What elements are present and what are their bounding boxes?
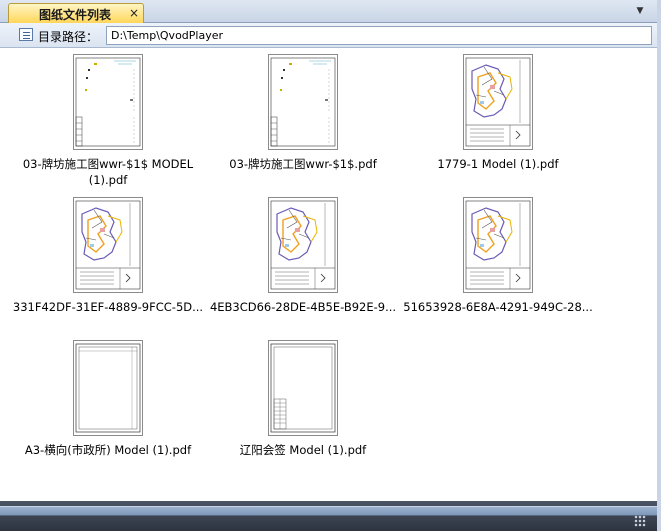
file-item[interactable]: 03-牌坊施工图wwr-$1$.pdf xyxy=(203,48,403,188)
pdf-thumbnail xyxy=(463,197,533,293)
horizontal-scrollbar-track[interactable] xyxy=(0,506,661,516)
file-item[interactable]: 331F42DF-31EF-4889-9FCC-5D... xyxy=(8,191,208,331)
drawing-preview xyxy=(465,200,531,290)
file-item[interactable]: 51653928-6E8A-4291-949C-28... xyxy=(398,191,598,331)
pdf-thumbnail xyxy=(268,54,338,150)
pdf-thumbnail xyxy=(268,340,338,436)
panel-tab-strip: 图纸文件列表 × ▼ xyxy=(0,0,661,23)
file-item[interactable]: 辽阳会签 Model (1).pdf xyxy=(203,334,403,474)
directory-path-bar: 目录路径： xyxy=(0,23,661,48)
resize-grip-icon[interactable] xyxy=(634,515,646,527)
pdf-thumbnail xyxy=(73,54,143,150)
pdf-thumbnail xyxy=(268,197,338,293)
chevron-down-icon[interactable]: ▼ xyxy=(632,4,648,18)
file-name-continued: (1).pdf xyxy=(88,173,128,187)
file-item[interactable]: 03-牌坊施工图wwr-$1$ MODEL (1).pdf xyxy=(8,48,208,188)
file-item[interactable]: A3-横向(市政所) Model (1).pdf xyxy=(8,334,208,474)
file-name: 331F42DF-31EF-4889-9FCC-5D... xyxy=(12,300,204,314)
file-name: A3-横向(市政所) Model (1).pdf xyxy=(24,443,192,457)
tab-label: 图纸文件列表 xyxy=(39,8,112,22)
file-name: 辽阳会签 Model (1).pdf xyxy=(239,443,367,457)
file-name: 03-牌坊施工图wwr-$1$ MODEL xyxy=(22,157,194,171)
close-icon[interactable]: × xyxy=(127,5,141,21)
pdf-thumbnail xyxy=(73,197,143,293)
drawing-preview xyxy=(465,57,531,147)
file-name: 4EB3CD66-28DE-4B5E-B92E-9... xyxy=(209,300,397,314)
file-name: 51653928-6E8A-4291-949C-28... xyxy=(403,300,593,314)
tab-drawing-file-list[interactable]: 图纸文件列表 × xyxy=(8,3,144,23)
directory-path-label: 目录路径： xyxy=(38,30,99,44)
pdf-thumbnail xyxy=(73,340,143,436)
file-name: 1779-1 Model (1).pdf xyxy=(437,157,559,171)
drawing-preview xyxy=(75,57,141,147)
window-right-border xyxy=(657,0,661,531)
file-name: 03-牌坊施工图wwr-$1$.pdf xyxy=(229,157,377,171)
status-bar xyxy=(0,501,661,531)
file-thumbnail-grid[interactable]: 03-牌坊施工图wwr-$1$ MODEL (1).pdf 03-牌坊施工图ww… xyxy=(0,48,661,501)
drawing-preview xyxy=(75,343,141,433)
list-icon xyxy=(19,28,33,41)
file-item[interactable]: 1779-1 Model (1).pdf xyxy=(398,48,598,188)
drawing-preview xyxy=(270,343,336,433)
pdf-thumbnail xyxy=(463,54,533,150)
directory-path-input[interactable] xyxy=(106,26,652,45)
drawing-preview xyxy=(270,57,336,147)
file-item[interactable]: 4EB3CD66-28DE-4B5E-B92E-9... xyxy=(203,191,403,331)
drawing-preview xyxy=(75,200,141,290)
drawing-preview xyxy=(270,200,336,290)
